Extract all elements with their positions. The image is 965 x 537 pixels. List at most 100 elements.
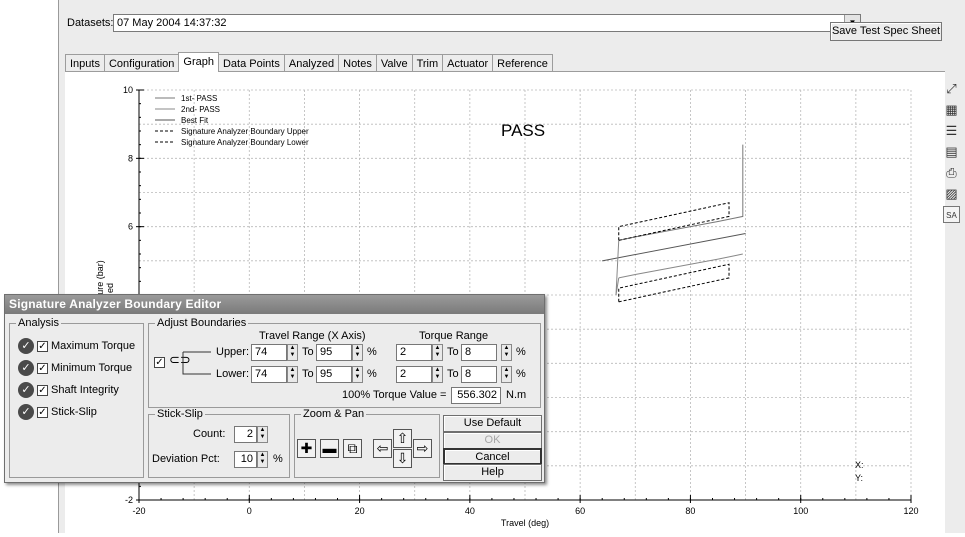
lower-torque-from-input[interactable]: 2 xyxy=(396,366,432,383)
pct-label: % xyxy=(367,368,377,380)
pan-up-icon[interactable]: ⇧ xyxy=(393,429,412,448)
upper-travel-to-spinner[interactable]: ▲ ▼ xyxy=(352,344,363,361)
pct-label: % xyxy=(516,346,526,358)
check-circle-icon: ✓ xyxy=(18,360,34,376)
lower-torque-to-spinner[interactable]: ▲ ▼ xyxy=(501,366,512,383)
torque-value-input[interactable]: 556.302 xyxy=(451,387,501,404)
zoom-out-icon[interactable]: ▬ xyxy=(320,439,339,458)
upper-torque-from-input[interactable]: 2 xyxy=(396,344,432,361)
zoom-chart-icon[interactable]: ⤢ xyxy=(943,80,960,97)
x-tick-label: 20 xyxy=(355,506,365,516)
tab-reference[interactable]: Reference xyxy=(492,54,553,72)
x-tick-label: 0 xyxy=(247,506,252,516)
analysis-item-min-torque[interactable]: ✓ ✓ Minimum Torque xyxy=(18,360,132,376)
use-default-settings-button[interactable]: Use Default Settings xyxy=(443,415,542,444)
x-tick-label: 80 xyxy=(685,506,695,516)
deviation-input[interactable]: 10 xyxy=(234,451,257,468)
upper-torque-to-input[interactable]: 8 xyxy=(461,344,497,361)
analysis-group-label: Analysis xyxy=(16,317,61,329)
x-tick-label: 120 xyxy=(903,506,918,516)
fit-view-icon[interactable]: ⧉ xyxy=(343,439,362,458)
pass-status-text: PASS xyxy=(501,121,545,140)
count-input[interactable]: 2 xyxy=(234,426,257,443)
upper-travel-to-input[interactable]: 95 xyxy=(316,344,352,361)
save-test-spec-sheet-button[interactable]: Save Test Spec Sheet xyxy=(830,22,942,41)
legend-entry: 2nd- PASS xyxy=(181,105,220,114)
tab-analyzed[interactable]: Analyzed xyxy=(283,54,340,72)
analysis-item-shaft-integrity[interactable]: ✓ ✓ Shaft Integrity xyxy=(18,382,119,398)
tab-actuator[interactable]: Actuator xyxy=(442,54,494,72)
legend-entry: Best Fit xyxy=(181,116,209,125)
y-tick-label: -2 xyxy=(125,495,133,505)
link-boundaries-checkbox[interactable]: ✓ xyxy=(154,357,165,368)
analysis-group: Analysis ✓ ✓ Maximum Torque ✓ ✓ Minimum … xyxy=(9,317,144,478)
lower-torque-to-input[interactable]: 8 xyxy=(461,366,497,383)
y-tick-label: 8 xyxy=(128,153,133,163)
lower-travel-from-spinner[interactable]: ▲ ▼ xyxy=(287,366,298,383)
deviation-spinner[interactable]: ▲ ▼ xyxy=(257,451,268,468)
deviation-label: Deviation Pct: xyxy=(152,453,220,465)
pan-right-icon[interactable]: ⇨ xyxy=(413,439,432,458)
pan-down-icon[interactable]: ⇩ xyxy=(393,449,412,468)
min-torque-checkbox[interactable]: ✓ xyxy=(37,362,48,374)
legend-icon[interactable]: ☰ xyxy=(943,122,960,139)
tab-notes[interactable]: Notes xyxy=(338,54,377,72)
grid-icon[interactable]: ▦ xyxy=(943,101,960,118)
zoom-pan-group: Zoom & Pan ✚ ▬ ⧉ ⇦ ⇧ ⇩ ⇨ xyxy=(294,408,440,478)
x-axis-label: Travel (deg) xyxy=(501,518,549,528)
bracket-icon xyxy=(182,351,211,375)
stick-slip-group: Stick-Slip Count: 2 ▲ ▼ Deviation Pct: 10… xyxy=(148,408,290,478)
zoom-pan-label: Zoom & Pan xyxy=(301,408,367,420)
count-spinner[interactable]: ▲ ▼ xyxy=(257,426,268,443)
analysis-item-label: Shaft Integrity xyxy=(51,384,119,396)
stick-slip-label: Stick-Slip xyxy=(155,408,205,420)
lower-travel-from-input[interactable]: 74 xyxy=(251,366,287,383)
y-axis-label-secondary: ed xyxy=(105,283,115,293)
analysis-item-max-torque[interactable]: ✓ ✓ Maximum Torque xyxy=(18,338,135,354)
datasets-label: Datasets: xyxy=(67,17,114,29)
upper-torque-from-spinner[interactable]: ▲ ▼ xyxy=(432,344,443,361)
adjust-boundaries-label: Adjust Boundaries xyxy=(155,317,249,329)
cursor-x-readout: X: xyxy=(855,460,864,470)
shaft-integrity-checkbox[interactable]: ✓ xyxy=(37,384,48,396)
cancel-button[interactable]: Cancel xyxy=(443,448,542,465)
help-button[interactable]: Help xyxy=(443,464,542,481)
tab-inputs[interactable]: Inputs xyxy=(65,54,105,72)
lower-travel-to-input[interactable]: 95 xyxy=(316,366,352,383)
tab-trim[interactable]: Trim xyxy=(411,54,444,72)
series-line-3 xyxy=(602,233,746,262)
to-label: To xyxy=(302,368,314,380)
travel-range-label: Travel Range (X Axis) xyxy=(259,330,366,342)
signature-icon[interactable]: SA xyxy=(943,206,960,223)
y-tick-label: 10 xyxy=(123,85,133,95)
print-icon[interactable]: ⎙ xyxy=(943,164,960,181)
tab-configuration[interactable]: Configuration xyxy=(103,54,180,72)
ok-button[interactable]: OK xyxy=(443,432,542,449)
adjust-boundaries-group: Adjust Boundaries Travel Range (X Axis) … xyxy=(148,317,541,408)
analysis-item-label: Minimum Torque xyxy=(51,362,133,374)
upper-travel-from-spinner[interactable]: ▲ ▼ xyxy=(287,344,298,361)
lower-label: Lower: xyxy=(216,368,250,380)
to-label: To xyxy=(302,346,314,358)
pct-label: % xyxy=(516,368,526,380)
lower-torque-from-spinner[interactable]: ▲ ▼ xyxy=(432,366,443,383)
datasets-value: 07 May 2004 14:37:32 xyxy=(117,17,227,29)
copy-icon[interactable]: ▤ xyxy=(943,143,960,160)
upper-travel-from-input[interactable]: 74 xyxy=(251,344,287,361)
tab-bar: Inputs Configuration Graph Data Points Analy… xyxy=(65,52,553,72)
pan-left-icon[interactable]: ⇦ xyxy=(373,439,392,458)
stick-slip-checkbox[interactable]: ✓ xyxy=(37,406,48,418)
tab-graph[interactable]: Graph xyxy=(178,52,219,72)
zoom-in-icon[interactable]: ✚ xyxy=(297,439,316,458)
upper-torque-to-spinner[interactable]: ▲ ▼ xyxy=(501,344,512,361)
max-torque-checkbox[interactable]: ✓ xyxy=(37,340,48,352)
boundary-icon[interactable]: ▨ xyxy=(943,185,960,202)
y-tick-label: 6 xyxy=(128,222,133,232)
datasets-combobox[interactable]: 07 May 2004 14:37:32 ▼ xyxy=(113,14,861,32)
analysis-item-stick-slip[interactable]: ✓ ✓ Stick-Slip xyxy=(18,404,97,420)
to-label: To xyxy=(447,368,459,380)
lower-travel-to-spinner[interactable]: ▲ ▼ xyxy=(352,366,363,383)
upper-label: Upper: xyxy=(216,346,250,358)
tab-data-points[interactable]: Data Points xyxy=(217,54,285,72)
tab-valve[interactable]: Valve xyxy=(375,54,413,72)
